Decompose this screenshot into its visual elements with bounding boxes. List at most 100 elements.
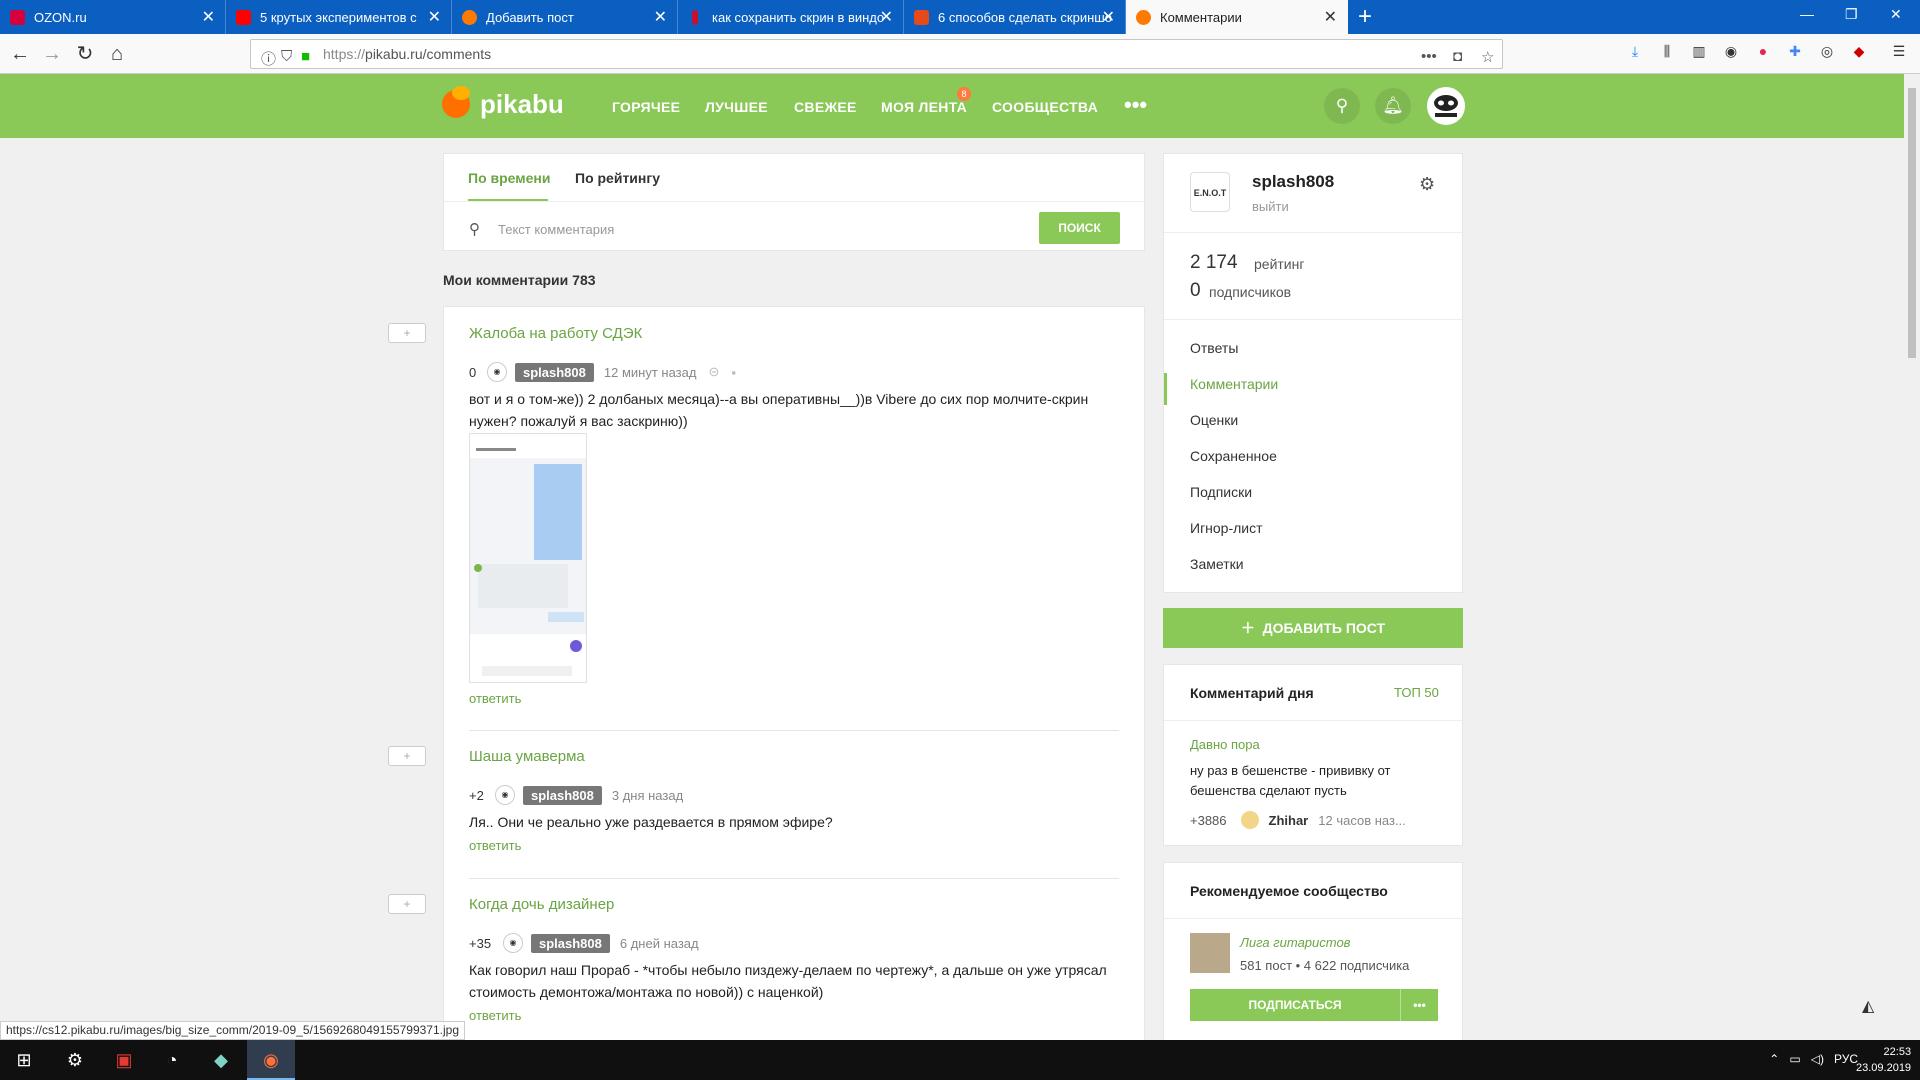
close-icon[interactable]: ✕ bbox=[428, 7, 441, 27]
eye-icon[interactable]: ⊝ bbox=[708, 364, 719, 380]
logout-link[interactable]: выйти bbox=[1252, 199, 1289, 214]
community-name[interactable]: Лига гитаристов bbox=[1240, 935, 1350, 950]
reply-link[interactable]: ответить bbox=[469, 838, 521, 853]
comment-search-input[interactable]: Текст комментария bbox=[498, 222, 614, 237]
nav-fresh[interactable]: СВЕЖЕЕ bbox=[794, 99, 857, 115]
nav-communities[interactable]: СООБЩЕСТВА bbox=[992, 99, 1098, 115]
menu-subscriptions[interactable]: Подписки bbox=[1190, 484, 1252, 500]
reply-link[interactable]: ответить bbox=[469, 1008, 521, 1023]
avatar[interactable]: ◉ bbox=[487, 362, 507, 382]
browser-tab-youtube[interactable]: 5 крутых экспериментов с ✕ bbox=[226, 0, 452, 34]
downloads-icon[interactable]: ⤓ bbox=[1626, 42, 1644, 60]
firefox-icon[interactable]: ◉ bbox=[247, 1040, 295, 1080]
url-text[interactable]: https://pikabu.ru/comments bbox=[323, 46, 491, 62]
username-badge[interactable]: splash808 bbox=[531, 933, 610, 953]
close-icon[interactable]: ✕ bbox=[1324, 7, 1337, 27]
sidebar-icon[interactable]: ▥ bbox=[1690, 42, 1708, 60]
extension-icon[interactable]: ◎ bbox=[1818, 42, 1836, 60]
expand-post-button[interactable]: + bbox=[388, 894, 426, 914]
close-icon[interactable]: ✕ bbox=[1102, 7, 1115, 27]
account-icon[interactable]: ◉ bbox=[1722, 42, 1740, 60]
menu-answers[interactable]: Ответы bbox=[1190, 340, 1238, 356]
save-icon[interactable]: ▪ bbox=[731, 365, 736, 380]
tab-by-rating[interactable]: По рейтингу bbox=[575, 170, 660, 186]
reply-link[interactable]: ответить bbox=[469, 691, 521, 706]
minimize-button[interactable]: — bbox=[1800, 6, 1814, 22]
browser-tab-comments[interactable]: Комментарии ✕ bbox=[1126, 0, 1348, 34]
menu-notes[interactable]: Заметки bbox=[1190, 556, 1244, 572]
tab-by-time[interactable]: По времени bbox=[468, 170, 550, 186]
page-scrollbar[interactable] bbox=[1904, 74, 1920, 1040]
bookmark-star-icon[interactable]: ☆ bbox=[1481, 48, 1494, 66]
close-icon[interactable]: ✕ bbox=[880, 7, 893, 27]
chevron-up-icon[interactable]: ⌃ bbox=[1769, 1052, 1779, 1066]
network-icon[interactable]: ▭ bbox=[1789, 1052, 1800, 1066]
media-app-icon[interactable]: ▣ bbox=[100, 1040, 148, 1080]
avatar[interactable]: ◉ bbox=[495, 785, 515, 805]
browser-tab-6-ways[interactable]: 6 способов сделать скриншо ✕ bbox=[904, 0, 1126, 34]
library-icon[interactable]: ⫼ bbox=[1658, 42, 1676, 60]
cday-time[interactable]: 12 часов наз... bbox=[1318, 813, 1406, 828]
comment-screenshot-image[interactable] bbox=[469, 433, 587, 683]
nav-my-feed[interactable]: МОЯ ЛЕНТА bbox=[881, 99, 967, 115]
pocket-icon[interactable]: ◘ bbox=[1453, 48, 1462, 65]
extension-icon[interactable]: ✚ bbox=[1786, 42, 1804, 60]
profile-name[interactable]: splash808 bbox=[1252, 172, 1334, 192]
page-actions-icon[interactable]: ••• bbox=[1421, 48, 1437, 65]
reload-button[interactable]: ↻ bbox=[73, 42, 97, 66]
browser-tab-ozon[interactable]: OZON.ru ✕ bbox=[0, 0, 226, 34]
username-badge[interactable]: splash808 bbox=[515, 362, 594, 382]
menu-icon[interactable]: ☰ bbox=[1890, 42, 1908, 60]
username-badge[interactable]: splash808 bbox=[523, 785, 602, 805]
app-icon[interactable]: ◆ bbox=[197, 1040, 245, 1080]
cday-post-link[interactable]: Давно пора bbox=[1190, 737, 1260, 752]
menu-saved[interactable]: Сохраненное bbox=[1190, 448, 1277, 464]
post-title-link[interactable]: Когда дочь дизайнер bbox=[469, 896, 614, 913]
gear-icon[interactable]: ⚙ bbox=[1419, 174, 1435, 195]
address-bar[interactable]: ⓘ ⛉ ■ https://pikabu.ru/comments ••• ◘ ☆ bbox=[250, 39, 1503, 69]
restore-button[interactable]: ❐ bbox=[1845, 6, 1858, 23]
close-icon[interactable]: ✕ bbox=[654, 7, 667, 27]
steam-icon[interactable]: ◔ bbox=[148, 1040, 196, 1080]
nav-hot[interactable]: ГОРЯЧЕЕ bbox=[612, 99, 680, 115]
window-close-button[interactable]: ✕ bbox=[1890, 6, 1902, 23]
adblock-icon[interactable]: ◆ bbox=[1850, 42, 1868, 60]
expand-post-button[interactable]: + bbox=[388, 323, 426, 343]
avatar[interactable]: ◉ bbox=[503, 933, 523, 953]
post-title-link[interactable]: Жалоба на работу СДЭК bbox=[469, 325, 642, 342]
cday-user[interactable]: Zhihar bbox=[1269, 813, 1309, 828]
site-logo[interactable]: pikabu bbox=[480, 89, 564, 120]
clock[interactable]: 22:53 23.09.2019 bbox=[1856, 1044, 1911, 1076]
comment-time[interactable]: 6 дней назад bbox=[620, 936, 699, 951]
tracking-shield-icon[interactable]: ⛉ bbox=[281, 48, 292, 65]
extension-icon[interactable]: ● bbox=[1754, 42, 1772, 60]
menu-ignore-list[interactable]: Игнор-лист bbox=[1190, 520, 1263, 536]
new-tab-button[interactable]: + bbox=[1358, 3, 1372, 31]
community-image[interactable] bbox=[1190, 933, 1230, 973]
menu-comments[interactable]: Комментарии bbox=[1190, 376, 1278, 392]
close-icon[interactable]: ✕ bbox=[202, 7, 215, 27]
top50-link[interactable]: ТОП 50 bbox=[1394, 685, 1439, 700]
comment-time[interactable]: 12 минут назад bbox=[604, 365, 697, 380]
home-button[interactable]: ⌂ bbox=[105, 42, 129, 66]
expand-post-button[interactable]: + bbox=[388, 746, 426, 766]
comment-time[interactable]: 3 дня назад bbox=[612, 788, 683, 803]
nav-more-button[interactable]: ••• bbox=[1124, 92, 1147, 118]
subscribe-button[interactable]: ПОДПИСАТЬСЯ ••• bbox=[1190, 989, 1438, 1021]
scrollbar-thumb[interactable] bbox=[1908, 88, 1916, 358]
more-options-button[interactable]: ••• bbox=[1400, 989, 1438, 1021]
search-icon[interactable]: ⚲ bbox=[1324, 88, 1360, 124]
nav-best[interactable]: ЛУЧШЕЕ bbox=[705, 99, 768, 115]
browser-tab-add-post[interactable]: Добавить пост ✕ bbox=[452, 0, 678, 34]
menu-ratings[interactable]: Оценки bbox=[1190, 412, 1238, 428]
avatar[interactable] bbox=[1240, 811, 1259, 829]
windows-start-icon[interactable]: ⊞ bbox=[0, 1040, 48, 1080]
add-post-button[interactable]: ＋ ДОБАВИТЬ ПОСТ bbox=[1163, 608, 1463, 648]
language-indicator[interactable]: РУС bbox=[1834, 1052, 1858, 1066]
browser-tab-screenshot-windows[interactable]: как сохранить скрин в виндо ✕ bbox=[678, 0, 904, 34]
forward-button[interactable]: → bbox=[40, 42, 64, 66]
bell-icon[interactable]: 🔔︎ bbox=[1375, 88, 1411, 124]
settings-gear-icon[interactable]: ⚙ bbox=[51, 1040, 99, 1080]
search-button[interactable]: ПОИСК bbox=[1039, 212, 1120, 244]
pikabu-logo-icon[interactable] bbox=[442, 86, 470, 118]
